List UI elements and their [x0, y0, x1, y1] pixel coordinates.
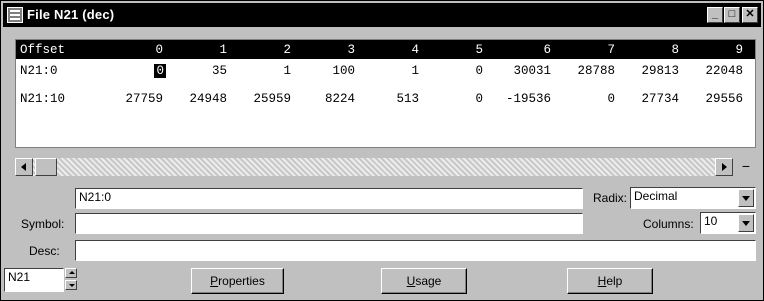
up-arrow-icon: [69, 271, 75, 274]
table-cell[interactable]: 1: [411, 64, 419, 78]
table-cell[interactable]: 27759: [125, 92, 163, 106]
radix-value: Decimal: [634, 189, 678, 203]
description-field[interactable]: [75, 240, 756, 261]
table-cell[interactable]: 28788: [577, 64, 615, 78]
row-offset: N21:10: [20, 92, 66, 106]
radix-select[interactable]: Decimal: [630, 187, 756, 209]
row-offset: N21:0: [20, 64, 58, 78]
maximize-button[interactable]: □: [724, 7, 740, 23]
collapse-minus-icon[interactable]: −: [737, 158, 755, 176]
table-header-row: Offset 0 1 2 3 4 5 6 7 8 9: [16, 40, 755, 59]
table-cell[interactable]: 0: [607, 92, 615, 106]
close-button[interactable]: ✕: [742, 7, 758, 23]
columns-label: Columns:: [643, 217, 694, 231]
properties-button[interactable]: Properties: [191, 268, 284, 294]
scroll-left-button[interactable]: [15, 158, 33, 176]
address-field[interactable]: N21:0: [75, 188, 583, 209]
table-cell[interactable]: 25959: [253, 92, 291, 106]
data-table[interactable]: Offset 0 1 2 3 4 5 6 7 8 9 N21:0 0 35 1 …: [15, 39, 756, 148]
radix-label: Radix:: [593, 191, 628, 205]
table-cell[interactable]: 100: [332, 64, 355, 78]
window-title: File N21 (dec): [27, 7, 115, 22]
column-header: 0: [155, 43, 163, 57]
scrollbar-thumb[interactable]: [35, 158, 57, 176]
column-header-offset: Offset: [20, 43, 66, 57]
table-cell[interactable]: 29813: [641, 64, 679, 78]
table-cell[interactable]: 513: [396, 92, 419, 106]
column-header: 1: [219, 43, 227, 57]
data-table-icon: [7, 7, 23, 23]
columns-value: 10: [704, 214, 718, 228]
desc-label: Desc:: [29, 244, 60, 258]
table-cell[interactable]: -19536: [506, 92, 551, 106]
spin-up-button[interactable]: [65, 268, 77, 278]
table-cell[interactable]: 0: [475, 92, 483, 106]
table-row[interactable]: N21:0 0 35 1 100 1 0 30031 28788 29813 2…: [16, 62, 755, 82]
chevron-down-icon: [742, 221, 750, 226]
table-cell[interactable]: 29556: [705, 92, 743, 106]
columns-select[interactable]: 10: [700, 212, 756, 234]
table-cell[interactable]: 24948: [189, 92, 227, 106]
table-row[interactable]: N21:10 27759 24948 25959 8224 513 0 -195…: [16, 90, 755, 110]
table-cell[interactable]: 27734: [641, 92, 679, 106]
chevron-down-icon: [742, 196, 750, 201]
file-number-field[interactable]: N21: [4, 268, 64, 292]
column-header: 5: [475, 43, 483, 57]
title-bar[interactable]: File N21 (dec) _ □ ✕: [3, 3, 761, 27]
left-arrow-icon: [21, 163, 26, 171]
down-arrow-icon: [69, 284, 75, 287]
table-cell[interactable]: 1: [283, 64, 291, 78]
table-cell[interactable]: 8224: [325, 92, 355, 106]
column-header: 8: [671, 43, 679, 57]
usage-button[interactable]: Usage: [381, 268, 467, 294]
radix-dropdown-button[interactable]: [738, 189, 754, 207]
table-cell[interactable]: 0: [475, 64, 483, 78]
columns-dropdown-button[interactable]: [738, 214, 754, 232]
column-header: 6: [543, 43, 551, 57]
column-header: 4: [411, 43, 419, 57]
column-header: 7: [607, 43, 615, 57]
table-cell[interactable]: 22048: [705, 64, 743, 78]
horizontal-scrollbar[interactable]: −: [15, 158, 756, 176]
spin-down-button[interactable]: [65, 280, 77, 290]
table-cell[interactable]: 30031: [513, 64, 551, 78]
column-header: 2: [283, 43, 291, 57]
column-header: 9: [735, 43, 743, 57]
minimize-button[interactable]: _: [707, 7, 723, 23]
symbol-label: Symbol:: [21, 217, 65, 231]
table-cell[interactable]: 35: [212, 64, 227, 78]
data-file-window: File N21 (dec) _ □ ✕ Offset 0 1 2 3 4 5 …: [0, 0, 764, 301]
symbol-field[interactable]: [75, 213, 583, 234]
scroll-right-button[interactable]: [715, 158, 733, 176]
column-header: 3: [347, 43, 355, 57]
help-button[interactable]: Help: [567, 268, 653, 294]
table-cell-selected[interactable]: 0: [153, 63, 167, 79]
right-arrow-icon: [722, 163, 727, 171]
scrollbar-track[interactable]: [33, 158, 715, 176]
